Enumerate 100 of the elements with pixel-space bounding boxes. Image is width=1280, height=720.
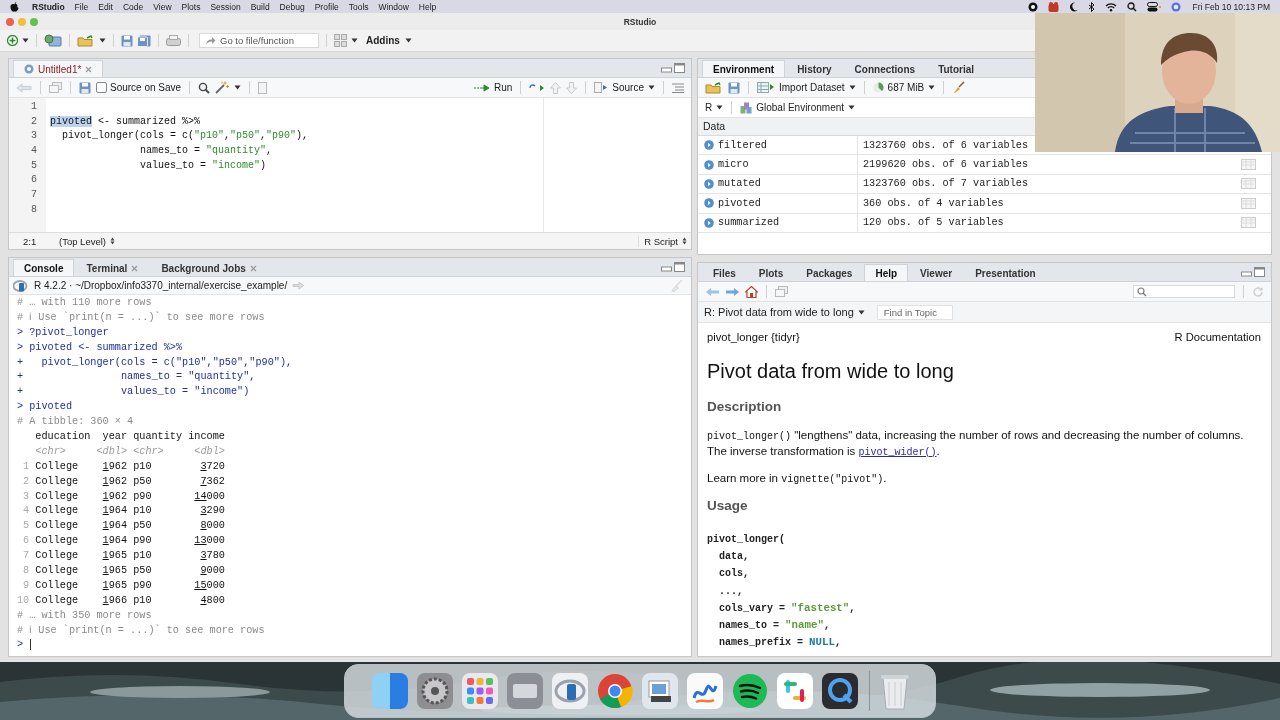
window-app-icon[interactable] bbox=[370, 672, 409, 710]
minimize-maximize-icon[interactable] bbox=[661, 62, 685, 74]
app-menu[interactable]: RStudio bbox=[32, 1, 65, 12]
ring-app-icon[interactable] bbox=[550, 672, 589, 710]
project-icon[interactable] bbox=[44, 34, 62, 47]
new-file-icon[interactable] bbox=[7, 35, 18, 46]
clock[interactable]: Fri Feb 10 10:13 PM bbox=[1192, 1, 1270, 12]
expand-icon[interactable] bbox=[704, 140, 714, 151]
expand-icon[interactable] bbox=[704, 178, 714, 189]
tab[interactable]: Console bbox=[13, 259, 75, 276]
outline-icon[interactable] bbox=[672, 82, 684, 93]
app-grid-icon[interactable] bbox=[460, 672, 499, 710]
control-center-icon[interactable] bbox=[1146, 1, 1161, 12]
save-icon[interactable] bbox=[121, 34, 133, 47]
variable-name[interactable]: micro bbox=[718, 159, 749, 171]
forward-arrow-icon[interactable] bbox=[725, 286, 740, 297]
close-icon[interactable] bbox=[249, 264, 257, 272]
assistant-icon[interactable] bbox=[1170, 1, 1181, 12]
close-icon[interactable] bbox=[131, 264, 139, 272]
app-icon[interactable] bbox=[1047, 1, 1059, 12]
caret-icon bbox=[928, 85, 936, 90]
menu-item[interactable]: File bbox=[74, 1, 89, 12]
expand-icon[interactable] bbox=[704, 159, 714, 170]
media-player-icon[interactable] bbox=[820, 672, 859, 710]
code-line: data, bbox=[718, 550, 750, 565]
save-all-icon[interactable] bbox=[137, 34, 151, 47]
tab[interactable]: Environment bbox=[702, 60, 786, 77]
moon-icon[interactable] bbox=[1068, 1, 1078, 12]
close-icon[interactable] bbox=[85, 65, 93, 73]
grid-icon[interactable] bbox=[334, 34, 347, 47]
bluetooth-icon[interactable] bbox=[1087, 1, 1095, 12]
folder-icon[interactable] bbox=[77, 34, 95, 47]
file-tab[interactable]: Untitled1* bbox=[13, 60, 104, 77]
menu-item[interactable]: Tools bbox=[348, 1, 369, 12]
search-field[interactable] bbox=[1133, 285, 1235, 298]
variable-name[interactable]: filtered bbox=[718, 139, 767, 151]
save-icon[interactable] bbox=[728, 81, 740, 94]
home-icon[interactable] bbox=[745, 285, 758, 298]
record-icon[interactable] bbox=[1027, 1, 1038, 12]
import-dataset-button[interactable]: Import Dataset bbox=[757, 82, 856, 93]
run-button[interactable]: Run bbox=[473, 82, 513, 93]
close-button[interactable] bbox=[6, 17, 14, 26]
broom-icon[interactable] bbox=[952, 81, 966, 94]
source-on-save-checkbox[interactable]: Source on Save bbox=[96, 82, 182, 93]
search-icon[interactable] bbox=[1126, 1, 1137, 12]
menu-item[interactable]: Window bbox=[378, 1, 409, 12]
browser-icon[interactable] bbox=[595, 672, 634, 710]
gear-icon[interactable] bbox=[415, 672, 454, 710]
memory-usage-button[interactable]: 687 MiB bbox=[872, 82, 936, 93]
tab[interactable]: Help bbox=[864, 264, 909, 281]
caret-icon bbox=[716, 105, 724, 110]
search-icon[interactable] bbox=[198, 81, 211, 94]
music-app-icon[interactable] bbox=[730, 672, 769, 710]
source-button[interactable]: Source bbox=[594, 82, 655, 93]
menu-item[interactable]: Code bbox=[122, 1, 144, 12]
variable-name[interactable]: summarized bbox=[718, 217, 780, 229]
link[interactable]: pivot_wider() bbox=[858, 447, 937, 458]
rerun-icon[interactable] bbox=[529, 82, 546, 93]
go-to-file-field[interactable]: Go to file/function bbox=[199, 33, 319, 48]
variable-name[interactable]: pivoted bbox=[718, 197, 761, 209]
menu-item[interactable]: Edit bbox=[98, 1, 113, 12]
folder-icon[interactable] bbox=[705, 81, 723, 94]
back-arrow-icon[interactable] bbox=[705, 286, 720, 297]
menu-item[interactable]: Debug bbox=[279, 1, 305, 12]
menu-item[interactable]: Profile bbox=[314, 1, 339, 12]
menu-item[interactable]: View bbox=[153, 1, 172, 12]
zoom-button[interactable] bbox=[30, 17, 38, 26]
apple-icon[interactable] bbox=[10, 1, 19, 12]
document-app-icon[interactable] bbox=[505, 672, 544, 710]
menu-item[interactable]: Help bbox=[418, 1, 437, 12]
file-type-menu[interactable]: R Script bbox=[638, 235, 687, 247]
trash-icon[interactable] bbox=[879, 672, 910, 710]
menu-item[interactable]: Session bbox=[210, 1, 241, 12]
scope-menu[interactable]: (Top Level) bbox=[59, 235, 115, 247]
expand-icon[interactable] bbox=[704, 217, 714, 228]
menu-item[interactable]: Build bbox=[250, 1, 270, 12]
popout-icon[interactable] bbox=[775, 286, 788, 297]
menu-item[interactable]: Plots bbox=[181, 1, 201, 12]
pie-icon bbox=[872, 82, 884, 93]
document-icon[interactable] bbox=[258, 81, 268, 94]
environment-menu[interactable]: Global Environment bbox=[740, 101, 856, 114]
caret-icon bbox=[857, 309, 865, 315]
addins-menu[interactable]: Addins bbox=[366, 35, 412, 46]
save-icon[interactable] bbox=[79, 81, 91, 94]
topic-menu[interactable]: R: Pivot data from wide to long bbox=[704, 306, 865, 318]
minimize-maximize-icon[interactable] bbox=[661, 261, 685, 273]
photos-icon[interactable] bbox=[640, 672, 679, 710]
chat-app-icon[interactable] bbox=[775, 672, 814, 710]
magic-wand-icon[interactable] bbox=[215, 81, 230, 94]
language-menu[interactable]: R bbox=[705, 102, 724, 113]
console-line: # … with 110 more rows bbox=[17, 296, 153, 310]
find-in-topic-field[interactable]: Find in Topic bbox=[876, 304, 953, 320]
print-icon[interactable] bbox=[166, 35, 181, 46]
expand-icon[interactable] bbox=[704, 198, 714, 209]
minimize-maximize-icon[interactable] bbox=[1241, 266, 1265, 278]
help-title: Pivot data from wide to long bbox=[707, 360, 955, 383]
wifi-icon[interactable] bbox=[1104, 1, 1117, 12]
popout-icon[interactable] bbox=[49, 82, 62, 93]
drawing-app-icon[interactable] bbox=[685, 672, 724, 710]
variable-name[interactable]: mutated bbox=[718, 178, 761, 190]
